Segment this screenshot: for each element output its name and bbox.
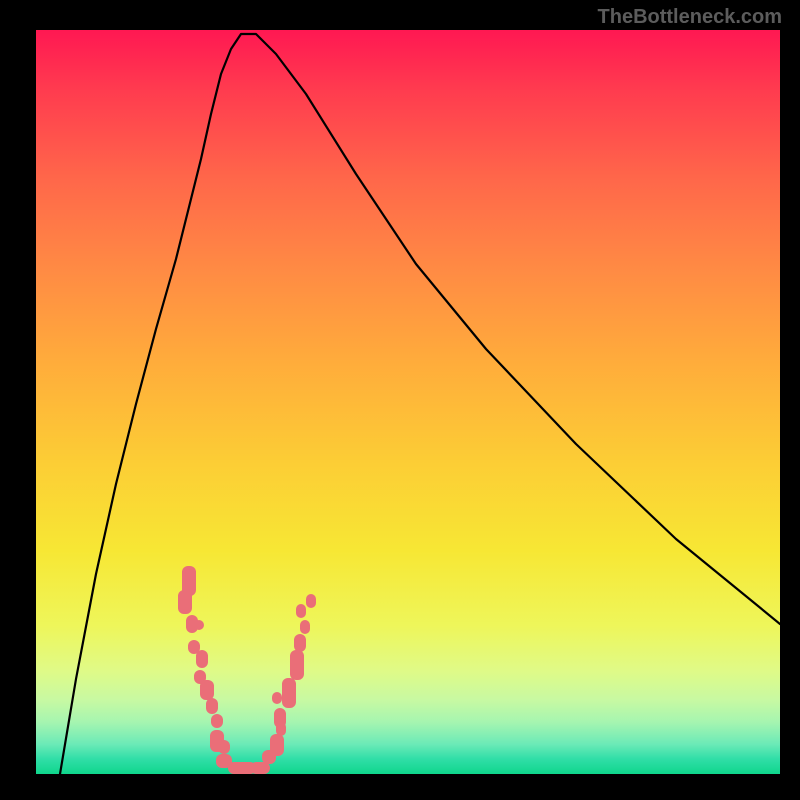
scatter-dot — [300, 620, 310, 634]
scatter-dot — [206, 698, 218, 714]
scatter-dot — [282, 678, 296, 708]
scatter-dot — [294, 634, 306, 652]
scatter-dot — [306, 594, 316, 608]
scatter-dot — [200, 680, 214, 700]
scatter-dot — [218, 740, 230, 754]
scatter-dot — [211, 714, 223, 728]
scatter-dot — [274, 708, 286, 728]
scatter-dot — [194, 620, 204, 630]
scatter-dot — [296, 604, 306, 618]
scatter-dot — [270, 734, 284, 756]
scatter-dot — [178, 590, 192, 614]
scatter-dot — [272, 692, 282, 704]
scatter-dot — [196, 650, 208, 668]
bottleneck-curve — [36, 30, 780, 774]
watermark-text: TheBottleneck.com — [598, 6, 782, 29]
scatter-dot — [290, 650, 304, 680]
